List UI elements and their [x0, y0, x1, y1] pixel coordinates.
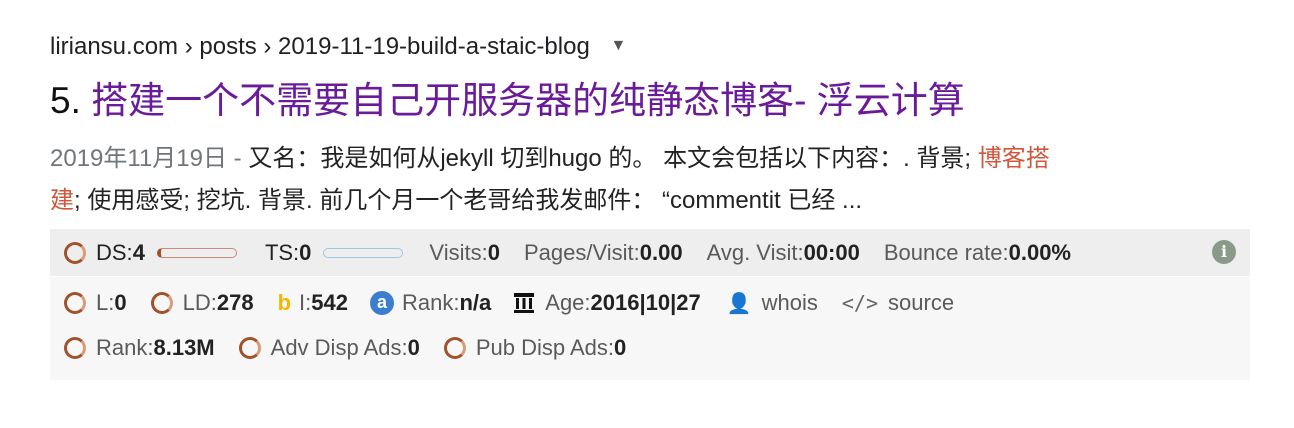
ds-metric[interactable]: DS: 4 [64, 240, 237, 266]
bounce-rate-value: 0.00% [1008, 240, 1071, 265]
whois-label: whois [761, 290, 818, 315]
whois-link[interactable]: 👤 whois [727, 290, 818, 316]
bounce-rate-metric: Bounce rate: 0.00% [884, 240, 1071, 266]
ds-label: DS: [96, 240, 133, 265]
age-metric[interactable]: Age: 2016|10|27 [513, 290, 701, 316]
age-label: Age: [545, 290, 591, 315]
result-url-breadcrumb[interactable]: liriansu.com › posts › 2019-11-19-build-… [50, 33, 626, 61]
ds-progress-bar [156, 248, 237, 258]
source-link[interactable]: </> source [842, 290, 954, 316]
l-metric[interactable]: L: 0 [64, 290, 127, 316]
age-value: 2016|10|27 [590, 290, 701, 315]
adv-value: 0 [407, 335, 420, 360]
visits-metric: Visits: 0 [429, 240, 500, 266]
ds-value: 4 [132, 240, 145, 265]
ts-label: TS: [264, 240, 300, 265]
ring-icon [150, 292, 173, 314]
alexa-rank-metric[interactable]: a Rank: n/a [369, 290, 492, 316]
i-value: 542 [311, 290, 348, 315]
l-value: 0 [114, 290, 127, 315]
avg-visit-value: 00:00 [803, 240, 860, 265]
ld-metric[interactable]: LD: 278 [150, 290, 254, 316]
result-snippet: 2019年11月19日 - 又名：我是如何从jekyll 切到hugo 的。 本… [50, 138, 1230, 222]
visits-label: Visits: [429, 240, 488, 265]
ring-icon [443, 337, 466, 359]
semrush-rank-metric[interactable]: Rank: 8.13M [64, 335, 215, 361]
pub-disp-ads-metric[interactable]: Pub Disp Ads: 0 [443, 335, 627, 361]
snippet-text-2: ; 使用感受; 挖坑. 背景. 前几个月一个老哥给我发邮件： “commenti… [74, 187, 863, 214]
seo-metrics-bar: DS: 4 TS: 0 Visits: 0 Pages/Visit: 0.00 … [50, 229, 1250, 276]
source-label: source [888, 290, 955, 315]
l-label: L: [96, 290, 115, 315]
info-icon[interactable]: i [1212, 240, 1236, 264]
bing-index-metric[interactable]: b I: 542 [278, 290, 348, 316]
ts-value: 0 [299, 240, 312, 265]
rank-value: n/a [459, 290, 492, 315]
rank-label: Rank: [401, 290, 460, 315]
adv-disp-ads-metric[interactable]: Adv Disp Ads: 0 [238, 335, 420, 361]
rank2-value: 8.13M [153, 335, 215, 360]
avg-visit-metric: Avg. Visit: 00:00 [707, 240, 860, 266]
code-icon: </> [841, 291, 879, 315]
pages-visit-value: 0.00 [639, 240, 683, 265]
alexa-icon: a [369, 291, 394, 315]
pages-visit-metric: Pages/Visit: 0.00 [524, 240, 683, 266]
chevron-down-icon[interactable]: ▼ [610, 37, 626, 55]
pages-visit-label: Pages/Visit: [523, 240, 640, 265]
ts-progress-bar [323, 248, 404, 258]
pub-value: 0 [614, 335, 627, 360]
snippet-highlight-b: 建 [50, 187, 74, 214]
snippet-text-1: 又名：我是如何从jekyll 切到hugo 的。 本文会包括以下内容：. 背景; [248, 145, 978, 172]
user-icon: 👤 [726, 292, 752, 315]
snippet-highlight-a: 博客搭 [977, 145, 1050, 172]
ld-value: 278 [216, 290, 254, 315]
i-label: I: [299, 290, 312, 315]
avg-visit-label: Avg. Visit: [706, 240, 804, 265]
ring-icon [64, 292, 86, 314]
visits-value: 0 [487, 240, 500, 265]
bounce-rate-label: Bounce rate: [883, 240, 1009, 265]
bing-icon: b [277, 290, 292, 315]
seo-details-panel: L: 0 LD: 278 b I: 542 a Rank: n/a Age: 2… [50, 277, 1250, 380]
result-title: 5. 搭建一个不需要自己开服务器的纯静态博客- 浮云计算 [50, 78, 965, 124]
ring-icon [238, 337, 261, 359]
result-number: 5. [50, 80, 81, 121]
snippet-date: 2019年11月19日 - [50, 145, 249, 172]
archive-icon [514, 293, 535, 313]
ts-metric[interactable]: TS: 0 [264, 240, 404, 266]
result-url[interactable]: liriansu.com › posts › 2019-11-19-build-… [50, 33, 590, 60]
ring-icon [64, 242, 86, 264]
result-title-link[interactable]: 搭建一个不需要自己开服务器的纯静态博客- 浮云计算 [91, 80, 965, 121]
rank2-label: Rank: [96, 335, 154, 360]
adv-label: Adv Disp Ads: [270, 335, 408, 360]
ring-icon [64, 337, 86, 359]
ld-label: LD: [182, 290, 217, 315]
pub-label: Pub Disp Ads: [475, 335, 615, 360]
